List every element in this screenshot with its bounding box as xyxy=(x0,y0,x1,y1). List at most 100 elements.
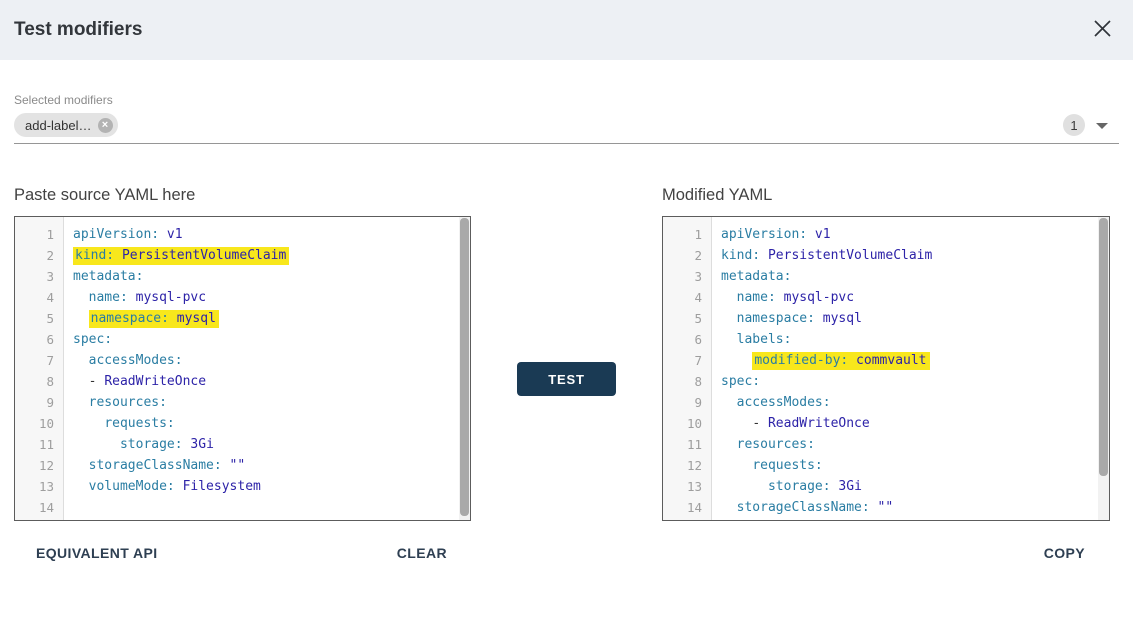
line-number: 12 xyxy=(15,455,63,476)
highlighted-code: namespace: mysql xyxy=(89,310,219,328)
code-text: storageClassName: "" xyxy=(63,455,245,476)
line-number: 5 xyxy=(663,308,711,329)
code-text: requests: xyxy=(63,413,175,434)
code-line: 11 storage: 3Gi xyxy=(15,434,459,455)
line-number: 11 xyxy=(15,434,63,455)
code-line: 1apiVersion: v1 xyxy=(663,224,1098,245)
code-line: 6 labels: xyxy=(663,329,1098,350)
modified-yaml-code: 1apiVersion: v12kind: PersistentVolumeCl… xyxy=(663,217,1098,520)
line-number: 10 xyxy=(663,413,711,434)
line-number: 14 xyxy=(663,497,711,518)
code-line: 8 - ReadWriteOnce xyxy=(15,371,459,392)
code-text: volumeMode: Filesystem xyxy=(63,476,261,497)
code-line: 3metadata: xyxy=(15,266,459,287)
line-number: 7 xyxy=(663,350,711,371)
chevron-down-icon[interactable] xyxy=(1096,123,1108,129)
code-text: - ReadWriteOnce xyxy=(63,371,206,392)
code-text: apiVersion: v1 xyxy=(711,224,831,245)
code-line: 10 requests: xyxy=(15,413,459,434)
line-number: 4 xyxy=(15,287,63,308)
code-text: requests: xyxy=(711,455,823,476)
line-number: 1 xyxy=(663,224,711,245)
modifier-chip-label: add-label… xyxy=(25,118,92,133)
equivalent-api-button[interactable]: EQUIVALENT API xyxy=(36,545,158,561)
code-text: storage: 3Gi xyxy=(63,434,214,455)
code-line: 12 storageClassName: "" xyxy=(15,455,459,476)
line-number: 13 xyxy=(15,476,63,497)
line-number: 9 xyxy=(15,392,63,413)
selected-modifiers-label: Selected modifiers xyxy=(14,93,113,107)
code-text: name: mysql-pvc xyxy=(711,287,854,308)
line-number: 11 xyxy=(663,434,711,455)
code-line: 14 xyxy=(15,497,459,518)
source-yaml-title: Paste source YAML here xyxy=(14,186,195,205)
modified-viewer-scrollbar[interactable] xyxy=(1098,217,1109,520)
line-number: 3 xyxy=(663,266,711,287)
modifier-chip[interactable]: add-label… × xyxy=(14,113,118,137)
line-number: 8 xyxy=(15,371,63,392)
code-line: 11 resources: xyxy=(663,434,1098,455)
code-line: 4 name: mysql-pvc xyxy=(15,287,459,308)
code-text: resources: xyxy=(711,434,815,455)
test-button[interactable]: TEST xyxy=(517,362,616,396)
code-text xyxy=(63,497,73,518)
copy-button[interactable]: COPY xyxy=(1044,545,1085,561)
line-number: 6 xyxy=(663,329,711,350)
line-number: 2 xyxy=(663,245,711,266)
code-line: 13 storage: 3Gi xyxy=(663,476,1098,497)
code-text: - ReadWriteOnce xyxy=(711,413,870,434)
code-text: kind: PersistentVolumeClaim xyxy=(63,245,289,266)
code-text: accessModes: xyxy=(63,350,183,371)
code-line: 2kind: PersistentVolumeClaim xyxy=(663,245,1098,266)
scrollbar-thumb[interactable] xyxy=(1099,218,1108,476)
test-modifiers-dialog: Test modifiers Selected modifiers add-la… xyxy=(0,0,1133,618)
code-line: 9 resources: xyxy=(15,392,459,413)
source-yaml-code[interactable]: 1apiVersion: v12kind: PersistentVolumeCl… xyxy=(15,217,459,520)
code-text: namespace: mysql xyxy=(63,308,219,329)
line-number: 3 xyxy=(15,266,63,287)
code-text: storage: 3Gi xyxy=(711,476,862,497)
line-number: 2 xyxy=(15,245,63,266)
code-text: namespace: mysql xyxy=(711,308,862,329)
line-number: 7 xyxy=(15,350,63,371)
code-line: 1apiVersion: v1 xyxy=(15,224,459,245)
source-yaml-editor[interactable]: 1apiVersion: v12kind: PersistentVolumeCl… xyxy=(14,216,471,521)
highlighted-code: modified-by: commvault xyxy=(752,352,929,370)
line-number: 6 xyxy=(15,329,63,350)
line-number: 4 xyxy=(663,287,711,308)
dialog-header: Test modifiers xyxy=(0,0,1133,60)
close-icon xyxy=(1093,19,1112,41)
code-line: 7 accessModes: xyxy=(15,350,459,371)
modified-yaml-viewer[interactable]: 1apiVersion: v12kind: PersistentVolumeCl… xyxy=(662,216,1110,521)
chip-remove-icon[interactable]: × xyxy=(98,118,113,133)
dialog-title: Test modifiers xyxy=(14,19,142,41)
code-line: 7 modified-by: commvault xyxy=(663,350,1098,371)
code-line: 10 - ReadWriteOnce xyxy=(663,413,1098,434)
code-text: resources: xyxy=(63,392,167,413)
modifier-count-badge: 1 xyxy=(1063,114,1085,136)
code-text: spec: xyxy=(63,329,112,350)
code-text: metadata: xyxy=(711,266,791,287)
code-line: 12 requests: xyxy=(663,455,1098,476)
line-number: 13 xyxy=(663,476,711,497)
clear-button[interactable]: CLEAR xyxy=(397,545,447,561)
line-number: 8 xyxy=(663,371,711,392)
selected-modifiers-field[interactable]: add-label… × xyxy=(14,112,118,138)
line-number: 9 xyxy=(663,392,711,413)
close-button[interactable] xyxy=(1089,17,1115,43)
code-text: modified-by: commvault xyxy=(711,350,930,371)
modified-yaml-title: Modified YAML xyxy=(662,186,772,205)
code-line: 5 namespace: mysql xyxy=(663,308,1098,329)
code-text: storageClassName: "" xyxy=(711,497,893,518)
code-line: 6spec: xyxy=(15,329,459,350)
code-text: apiVersion: v1 xyxy=(63,224,183,245)
code-text: labels: xyxy=(711,329,791,350)
code-line: 9 accessModes: xyxy=(663,392,1098,413)
code-line: 4 name: mysql-pvc xyxy=(663,287,1098,308)
code-text: kind: PersistentVolumeClaim xyxy=(711,245,932,266)
scrollbar-thumb[interactable] xyxy=(460,218,469,516)
code-text: metadata: xyxy=(63,266,143,287)
line-number: 10 xyxy=(15,413,63,434)
source-editor-scrollbar[interactable] xyxy=(459,217,470,520)
code-line: 14 storageClassName: "" xyxy=(663,497,1098,518)
